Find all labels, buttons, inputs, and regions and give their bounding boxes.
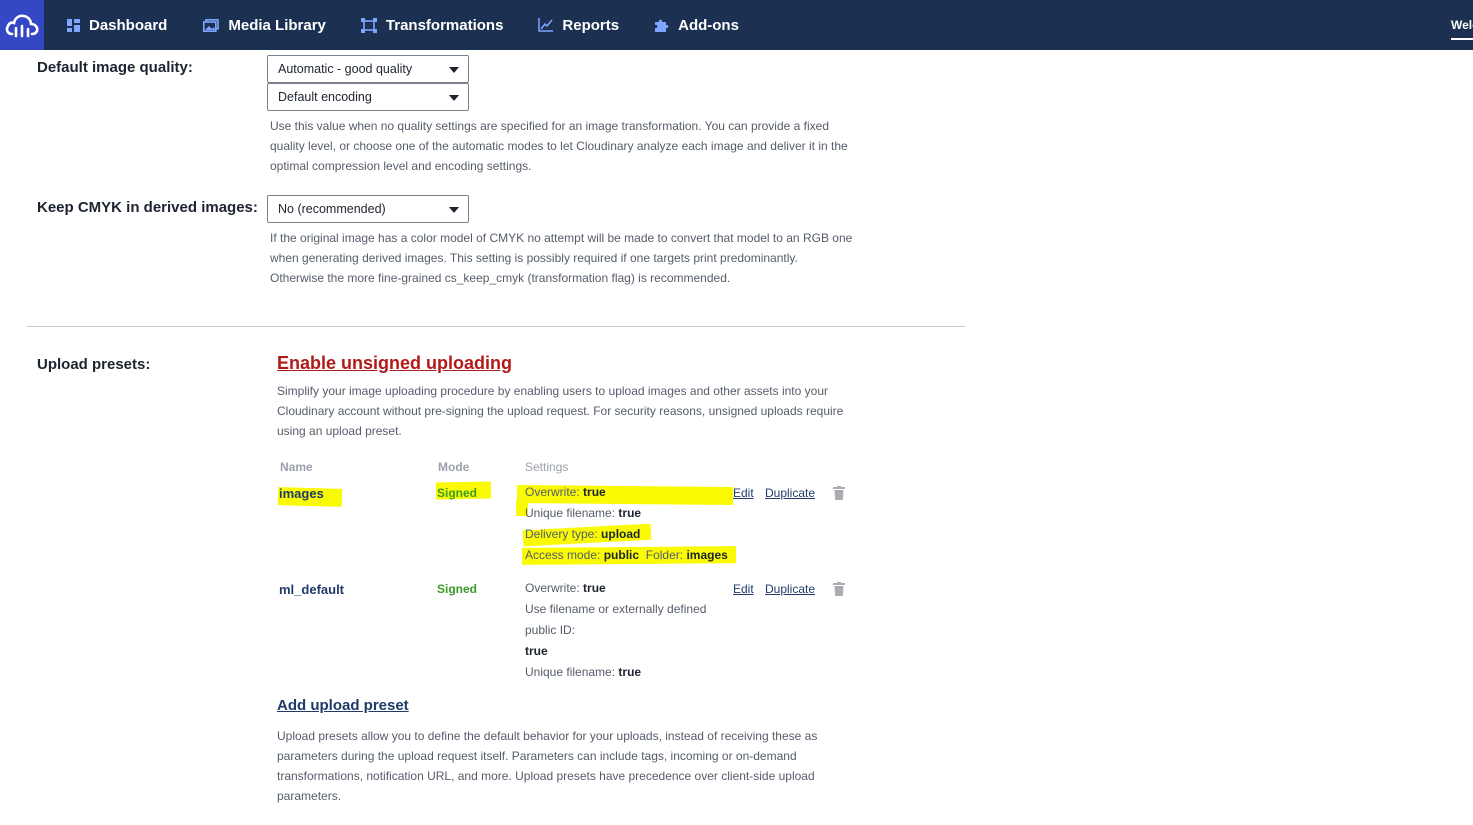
unsigned-help-line: Cloudinary account without pre-signing t…: [277, 404, 844, 418]
cmyk-help-line: when generating derived images. This set…: [270, 251, 798, 265]
encoding-select[interactable]: Default encoding: [267, 83, 469, 111]
unsigned-help-line: Simplify your image uploading procedure …: [277, 384, 828, 398]
cloudinary-logo[interactable]: [0, 0, 44, 50]
puzzle-icon: [655, 19, 669, 32]
column-header-name: Name: [280, 460, 313, 474]
nav-add-ons[interactable]: Add-ons: [653, 0, 739, 50]
preset-mode: Signed: [437, 486, 478, 500]
duplicate-preset-link[interactable]: Duplicate: [765, 486, 815, 500]
nav-reports-label: Reports: [562, 16, 620, 34]
add-preset-help-line: parameters during the upload request its…: [277, 749, 797, 763]
nav-transformations[interactable]: Transformations: [360, 0, 504, 50]
nav-reports[interactable]: Reports: [538, 0, 619, 50]
grid-icon: [67, 18, 80, 32]
enable-unsigned-uploading-link[interactable]: Enable unsigned uploading: [277, 353, 512, 374]
unsigned-help-line: using an upload preset.: [277, 424, 402, 438]
setting-unique-filename: Unique filename: true: [525, 506, 642, 520]
encoding-value: Default encoding: [278, 90, 372, 104]
preset-mode: Signed: [437, 582, 478, 596]
welcome-text: Welcome: [1451, 18, 1473, 32]
add-preset-help-line: parameters.: [277, 789, 342, 803]
welcome-underline: [1451, 38, 1473, 40]
cmyk-help-line: If the original image has a color model …: [270, 231, 853, 245]
cloud-logo-icon: [5, 14, 39, 38]
top-navigation-bar: Dashboard Media Library Transformations …: [0, 0, 1473, 50]
nav-dashboard-label: Dashboard: [89, 16, 168, 34]
quality-level-value: Automatic - good quality: [278, 62, 413, 76]
quality-level-select[interactable]: Automatic - good quality: [267, 55, 469, 83]
quality-help-line: quality level, or choose one of the auto…: [270, 139, 848, 153]
quality-help-text: Use this value when no quality settings …: [270, 116, 910, 176]
setting-access-mode-folder: Access mode: public Folder: images: [525, 548, 728, 562]
setting-use-filename: Use filename or externally defined: [525, 602, 707, 616]
add-preset-help-text: Upload presets allow you to define the d…: [277, 726, 917, 806]
trash-icon[interactable]: [833, 486, 845, 500]
images-icon: [203, 18, 220, 32]
nav-media-library[interactable]: Media Library: [203, 0, 326, 50]
keep-cmyk-value: No (recommended): [278, 202, 386, 216]
column-header-settings: Settings: [525, 460, 569, 474]
welcome-user-menu[interactable]: Welcome: [1451, 0, 1473, 50]
add-preset-help-line: Upload presets allow you to define the d…: [277, 729, 818, 743]
unsigned-help-text: Simplify your image uploading procedure …: [277, 381, 917, 441]
nav-dashboard[interactable]: Dashboard: [67, 0, 167, 50]
transform-icon: [360, 17, 377, 33]
cmyk-help-line: Otherwise the more fine-grained cs_keep_…: [270, 271, 731, 285]
chevron-down-icon: [449, 95, 459, 101]
nav-add-ons-label: Add-ons: [678, 16, 739, 34]
duplicate-preset-link[interactable]: Duplicate: [765, 582, 815, 596]
quality-help-line: optimal compression level and encoding s…: [270, 159, 532, 173]
setting-overwrite: Overwrite: true: [525, 485, 606, 499]
setting-overwrite: Overwrite: true: [525, 581, 606, 595]
nav-transformations-label: Transformations: [385, 16, 504, 34]
chevron-down-icon: [449, 207, 459, 213]
setting-delivery-type: Delivery type: upload: [525, 527, 641, 541]
preset-name-images[interactable]: images: [279, 486, 324, 501]
setting-use-filename-value: true: [525, 644, 548, 658]
column-header-mode: Mode: [438, 460, 470, 474]
edit-preset-link[interactable]: Edit: [733, 486, 754, 500]
preset-settings-ml-default: Overwrite: true Use filename or external…: [525, 578, 706, 683]
preset-settings-images: Overwrite: true Unique filename: true De…: [525, 482, 728, 566]
trash-icon[interactable]: [833, 582, 845, 596]
keep-cmyk-label: Keep CMYK in derived images:: [37, 199, 258, 216]
add-preset-help-line: transformations, notification URL, and m…: [277, 769, 815, 783]
quality-help-line: Use this value when no quality settings …: [270, 119, 829, 133]
nav-media-library-label: Media Library: [228, 16, 326, 34]
default-image-quality-label: Default image quality:: [37, 59, 193, 76]
upload-presets-label: Upload presets:: [37, 356, 151, 373]
chart-icon: [538, 18, 554, 32]
setting-use-filename-cont: public ID:: [525, 623, 576, 637]
edit-preset-link[interactable]: Edit: [733, 582, 754, 596]
cmyk-help-text: If the original image has a color model …: [270, 228, 910, 288]
keep-cmyk-select[interactable]: No (recommended): [267, 195, 469, 223]
preset-name-ml-default[interactable]: ml_default: [279, 582, 344, 597]
setting-unique-filename: Unique filename: true: [525, 665, 642, 679]
section-divider: [27, 326, 965, 327]
chevron-down-icon: [449, 67, 459, 73]
add-upload-preset-link[interactable]: Add upload preset: [277, 697, 409, 714]
